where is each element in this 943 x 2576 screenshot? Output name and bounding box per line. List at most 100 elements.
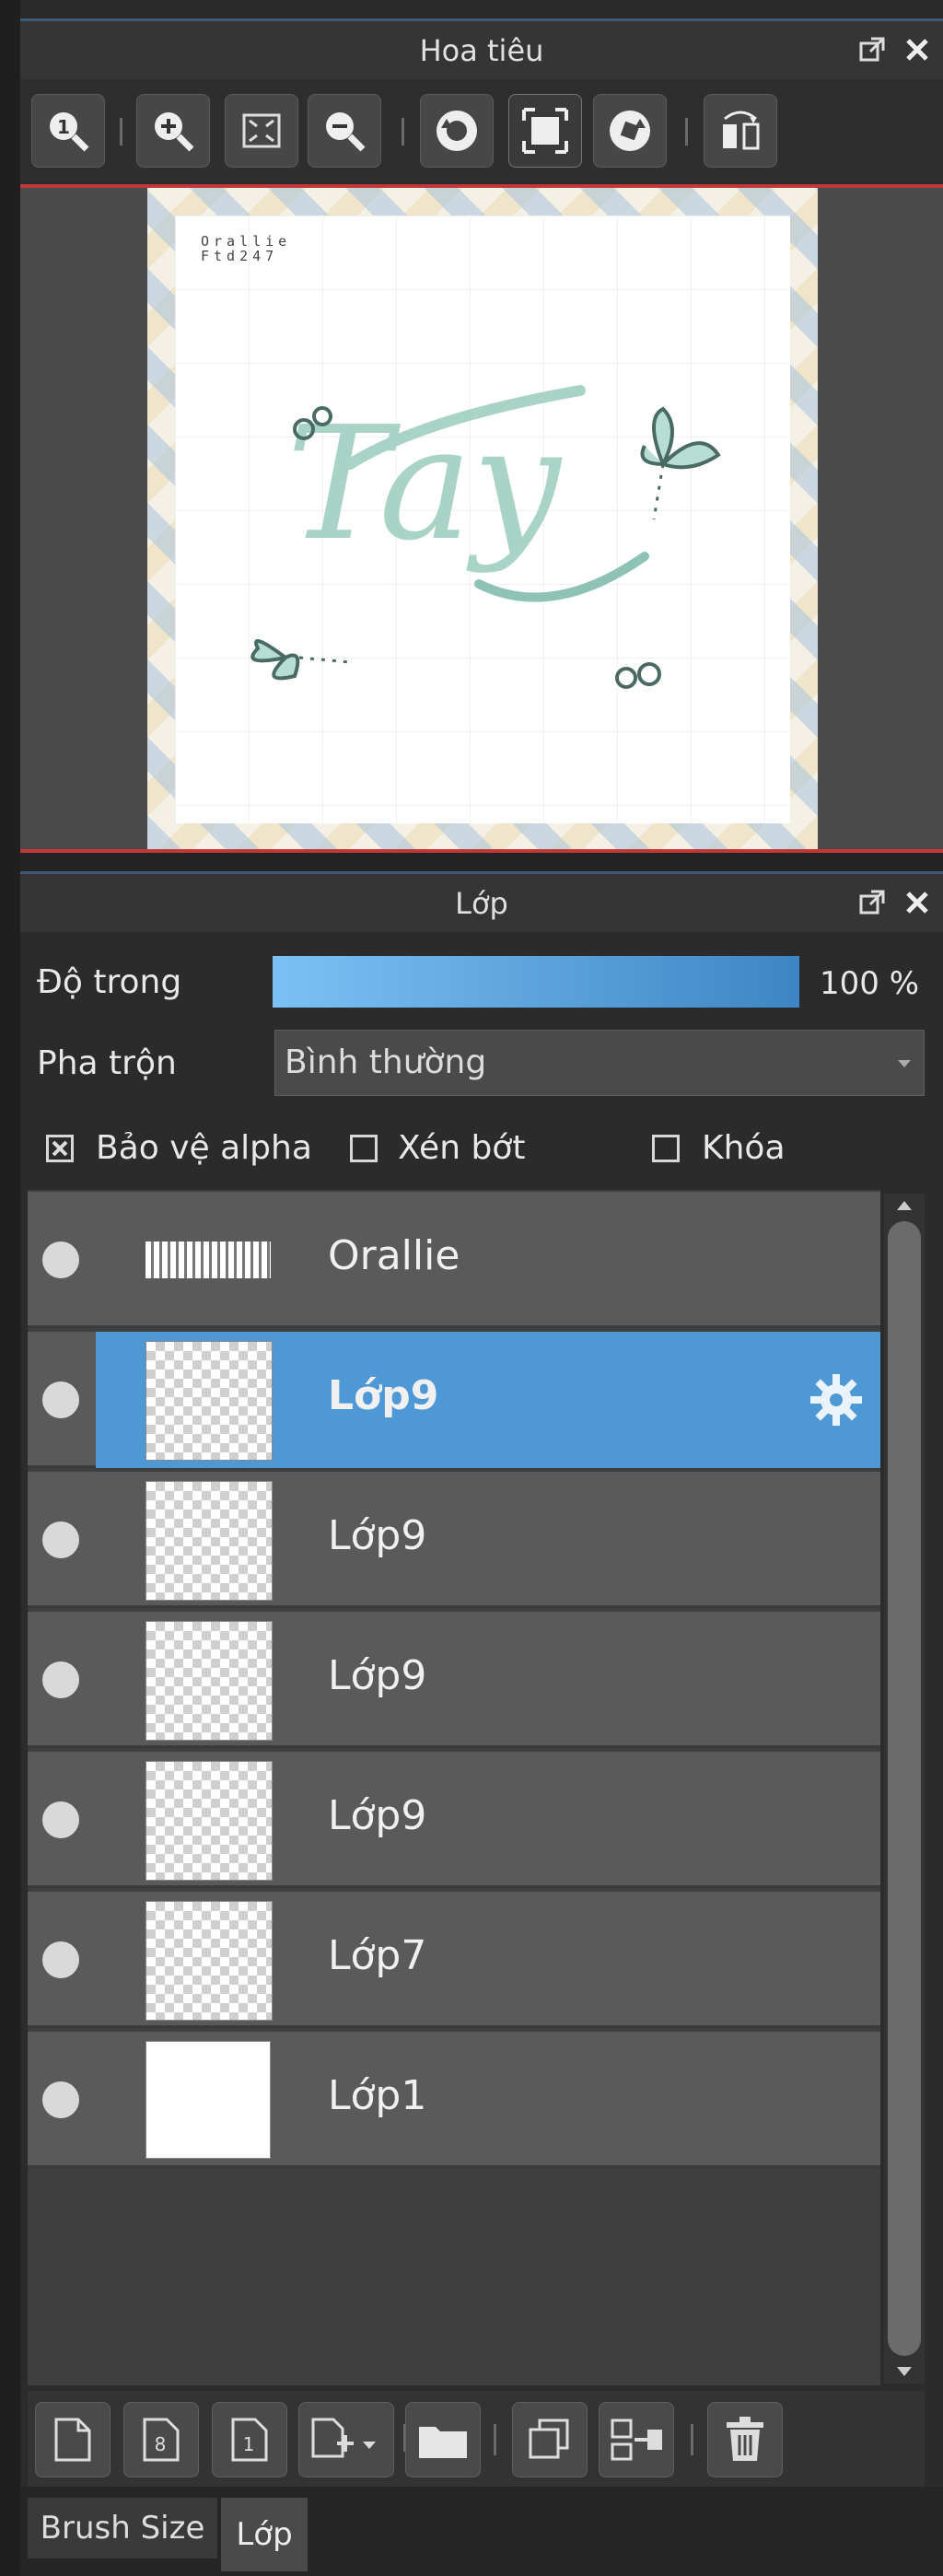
- new-1bit-layer-button[interactable]: 1: [212, 2402, 287, 2477]
- rotate-right-icon: [610, 111, 650, 151]
- layer-thumbnail: [146, 1481, 273, 1601]
- navigator-header: Hoa tiêu: [20, 18, 943, 79]
- scroll-down-icon[interactable]: [895, 2365, 914, 2378]
- zoom-in-button[interactable]: [136, 94, 210, 168]
- duplicate-layer-button[interactable]: [512, 2402, 588, 2477]
- fullscreen-button[interactable]: [508, 94, 582, 168]
- toolbar-divider: [494, 2424, 496, 2455]
- layer-name: Lớp9: [328, 1372, 439, 1419]
- zoom-in-icon: [155, 112, 194, 152]
- fit-screen-icon: [242, 113, 281, 148]
- layer-row[interactable]: Lớp9: [28, 1752, 880, 1888]
- gear-icon[interactable]: [807, 1370, 866, 1429]
- new-8bit-layer-button[interactable]: 8: [123, 2402, 199, 2477]
- layer-name: Lớp9: [328, 1652, 427, 1699]
- visibility-toggle[interactable]: [42, 1801, 79, 1838]
- toolbar-divider: [685, 118, 688, 146]
- opacity-slider[interactable]: [273, 956, 799, 1008]
- layer-name: Lớp9: [328, 1792, 427, 1839]
- toolbar-divider: [691, 2424, 693, 2455]
- flip-button[interactable]: [704, 94, 777, 168]
- opacity-value: 100 %: [820, 965, 920, 1002]
- visibility-toggle[interactable]: [42, 1241, 79, 1278]
- fullscreen-icon: [522, 108, 568, 154]
- layer-row[interactable]: Lớp7: [28, 1892, 880, 2028]
- alpha-protect-label: Bảo vệ alpha: [96, 1129, 312, 1167]
- new-folder-button[interactable]: [405, 2402, 481, 2477]
- tab-layers[interactable]: Lớp: [221, 2498, 308, 2571]
- layer-row[interactable]: Lớp9: [28, 1472, 880, 1608]
- blend-mode-value: Bình thường: [285, 1043, 487, 1081]
- layer-thumbnail: [146, 1621, 273, 1741]
- delete-layer-button[interactable]: [707, 2402, 783, 2477]
- tab-brush-size[interactable]: Brush Size: [28, 2498, 217, 2559]
- delete-icon: [727, 2417, 763, 2461]
- clipping-checkbox[interactable]: [350, 1135, 378, 1162]
- add-layer-menu-button[interactable]: [298, 2402, 394, 2477]
- scrollbar-thumb[interactable]: [888, 1221, 921, 2356]
- add-layer-menu-icon: [311, 2418, 376, 2458]
- layer-thumbnail: [146, 2041, 271, 2159]
- visibility-toggle[interactable]: [42, 1521, 79, 1558]
- opacity-label: Độ trong: [37, 963, 182, 1001]
- undock-icon[interactable]: [858, 36, 886, 64]
- svg-text:1: 1: [57, 116, 70, 138]
- checkbox-x-icon: [52, 1140, 68, 1157]
- alpha-protect-checkbox[interactable]: [46, 1135, 74, 1162]
- new-layer-button[interactable]: [35, 2402, 111, 2477]
- visibility-toggle[interactable]: [42, 1661, 79, 1698]
- layers-title: Lớp: [455, 885, 508, 921]
- zoom-out-button[interactable]: [308, 94, 381, 168]
- layer-row[interactable]: Lớp1: [28, 2032, 880, 2168]
- visibility-toggle[interactable]: [42, 1381, 79, 1418]
- zoom-actual-icon: 1: [50, 112, 89, 152]
- svg-text:8: 8: [155, 2433, 167, 2455]
- layer-name: Lớp1: [328, 2072, 427, 2119]
- undock-icon[interactable]: [858, 889, 886, 916]
- flip-icon: [723, 111, 760, 150]
- scroll-up-icon[interactable]: [895, 1199, 914, 1212]
- merge-down-icon: [611, 2419, 662, 2461]
- layer-thumbnail: [146, 1241, 271, 1278]
- canvas-preview[interactable]: Orallie Ftd247 Tay: [147, 188, 818, 849]
- toolbar-divider: [120, 118, 122, 146]
- close-icon[interactable]: [904, 890, 930, 915]
- lettering-artwork: Tay: [250, 385, 721, 689]
- new-8bit-layer-icon: 8: [143, 2418, 180, 2462]
- navigator-title: Hoa tiêu: [419, 32, 544, 68]
- panel-gap: [20, 853, 943, 871]
- lock-label: Khóa: [702, 1129, 786, 1167]
- fit-screen-button[interactable]: [225, 94, 298, 168]
- close-icon[interactable]: [904, 37, 930, 63]
- layer-row-selected[interactable]: Lớp9: [28, 1332, 880, 1468]
- zoom-out-icon: [326, 112, 366, 152]
- svg-text:1: 1: [243, 2433, 255, 2455]
- new-layer-icon: [54, 2418, 91, 2462]
- rotate-left-icon: [437, 111, 477, 151]
- tab-brush-size-label: Brush Size: [40, 2510, 205, 2547]
- toolbar-divider: [402, 118, 404, 146]
- new-1bit-layer-icon: 1: [231, 2418, 268, 2462]
- lock-checkbox[interactable]: [652, 1135, 680, 1162]
- tab-layers-label: Lớp: [236, 2516, 293, 2553]
- zoom-actual-button[interactable]: 1: [31, 94, 105, 168]
- left-edge: [0, 0, 20, 2576]
- rotate-right-button[interactable]: [593, 94, 667, 168]
- clipping-label: Xén bớt: [398, 1129, 526, 1167]
- layer-name: Lớp9: [328, 1512, 427, 1559]
- layer-row-orallie[interactable]: Orallie: [28, 1192, 880, 1328]
- merge-down-button[interactable]: [599, 2402, 674, 2477]
- rotate-left-button[interactable]: [420, 94, 494, 168]
- layer-thumbnail: [146, 1761, 273, 1881]
- layer-name: Lớp7: [328, 1932, 427, 1979]
- layer-name: Orallie: [328, 1232, 460, 1279]
- folder-icon: [419, 2427, 467, 2458]
- scrollbar[interactable]: [884, 1194, 925, 2384]
- blend-label: Pha trộn: [37, 1044, 177, 1082]
- visibility-toggle[interactable]: [42, 2081, 79, 2118]
- blend-mode-select[interactable]: Bình thường: [274, 1030, 925, 1096]
- layer-row[interactable]: Lớp9: [28, 1612, 880, 1748]
- visibility-toggle[interactable]: [42, 1941, 79, 1978]
- layer-thumbnail: [146, 1341, 273, 1461]
- layer-thumbnail: [146, 1901, 273, 2021]
